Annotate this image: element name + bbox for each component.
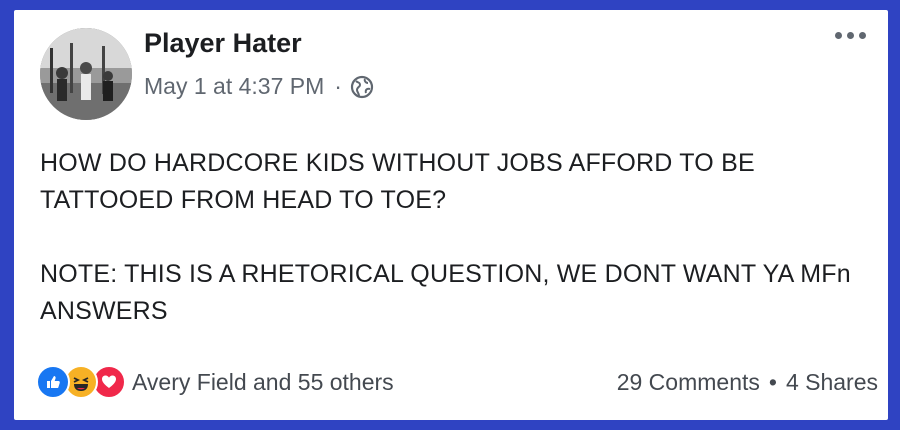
more-dot <box>859 32 866 39</box>
globe-icon[interactable] <box>350 75 374 99</box>
engagement-counts: 29 Comments • 4 Shares <box>617 369 878 396</box>
author-name[interactable]: Player Hater <box>144 28 302 59</box>
timestamp[interactable]: May 1 at 4:37 PM <box>144 73 324 100</box>
shares-count[interactable]: 4 Shares <box>786 369 878 396</box>
post-text: HOW DO HARDCORE KIDS WITHOUT JOBS AFFORD… <box>40 145 880 367</box>
reactions-summary[interactable]: Avery Field and 55 others <box>36 365 394 399</box>
reaction-icons <box>36 365 126 399</box>
reactions-text: Avery Field and 55 others <box>132 368 394 395</box>
post-meta: May 1 at 4:37 PM · <box>144 73 374 100</box>
post-footer: Avery Field and 55 others 29 Comments • … <box>36 365 878 399</box>
meta-separator: · <box>334 73 342 99</box>
post-paragraph: NOTE: THIS IS A RHETORICAL QUESTION, WE … <box>40 260 851 325</box>
post-card: Player Hater May 1 at 4:37 PM · HOW DO H… <box>14 10 888 420</box>
avatar-photo <box>40 28 132 120</box>
more-dot <box>847 32 854 39</box>
post-paragraph: HOW DO HARDCORE KIDS WITHOUT JOBS AFFORD… <box>40 149 755 214</box>
counts-separator: • <box>768 368 777 395</box>
more-options-icon[interactable] <box>835 26 866 45</box>
more-dot <box>835 32 842 39</box>
like-icon <box>36 365 70 399</box>
avatar[interactable] <box>40 28 132 120</box>
comments-count[interactable]: 29 Comments <box>617 369 760 396</box>
